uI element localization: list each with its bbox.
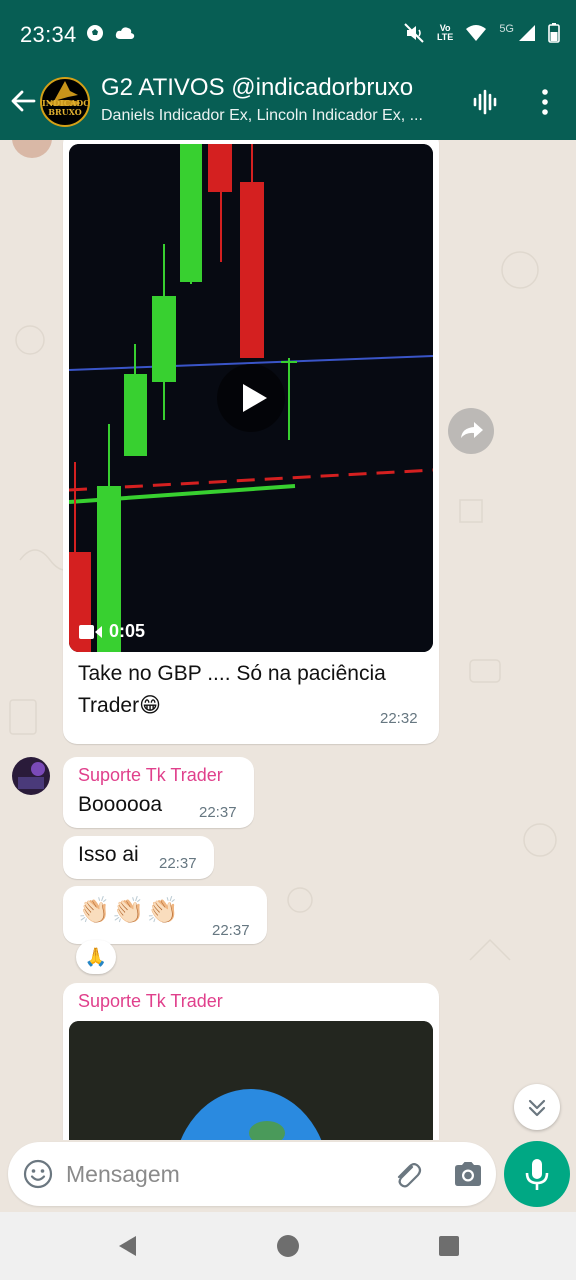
mute-icon: [404, 23, 424, 43]
message-input-bar: [8, 1142, 496, 1206]
nav-back-icon[interactable]: [116, 1234, 140, 1258]
nav-recents-icon[interactable]: [437, 1234, 461, 1258]
forward-button[interactable]: [448, 408, 494, 454]
image-message-bubble[interactable]: Suporte Tk Trader: [63, 983, 439, 1140]
cloud-icon: [115, 27, 135, 39]
wifi-icon: [466, 25, 487, 41]
message-bubble[interactable]: Suporte Tk Trader Boooooa 22:37: [63, 757, 254, 828]
image-thumbnail[interactable]: [69, 1021, 433, 1140]
double-chevron-down-icon: [528, 1099, 546, 1117]
group-members[interactable]: Daniels Indicador Ex, Lincoln Indicador …: [101, 107, 461, 125]
mic-button[interactable]: [504, 1141, 570, 1207]
video-caption-line1: Take no GBP .... Só na paciência: [78, 662, 386, 685]
status-right-icons: Vo LTE 5G: [403, 22, 560, 44]
more-options-icon[interactable]: [535, 88, 555, 116]
message-time: 22:37: [159, 855, 197, 872]
message-time: 22:32: [380, 710, 418, 727]
avatar-logo-text: INDICADOR BRUXO: [42, 98, 90, 117]
sender-name[interactable]: Suporte Tk Trader: [78, 765, 223, 786]
video-duration: 0:05: [79, 621, 145, 642]
message-text: 👏🏻👏🏻👏🏻: [78, 895, 182, 925]
soccer-ball-icon: [87, 25, 103, 41]
status-bar: 23:34 Vo LTE 5G: [0, 0, 576, 64]
message-time: 22:37: [199, 804, 237, 821]
voice-chat-icon[interactable]: [472, 89, 498, 115]
video-message-bubble[interactable]: 0:05 Take no GBP .... Só na paciência Tr…: [63, 140, 439, 744]
chat-header: INDICADOR BRUXO G2 ATIVOS @indicadorbrux…: [0, 64, 576, 140]
message-bubble[interactable]: 👏🏻👏🏻👏🏻 22:37: [63, 886, 267, 944]
volte-label: Vo LTE: [436, 23, 454, 42]
video-caption-line2: Trader😁: [78, 694, 161, 717]
status-time: 23:34: [20, 22, 77, 47]
scroll-to-bottom-button[interactable]: [514, 1084, 560, 1130]
attach-icon[interactable]: [392, 1158, 422, 1190]
nav-home-icon[interactable]: [276, 1234, 300, 1258]
image-preview: [69, 1021, 433, 1140]
group-title[interactable]: G2 ATIVOS @indicadorbruxo: [101, 74, 413, 102]
video-duration-text: 0:05: [109, 621, 146, 641]
camera-icon[interactable]: [452, 1159, 484, 1189]
video-thumbnail[interactable]: 0:05: [69, 144, 433, 652]
signal-icon: [519, 25, 535, 41]
forward-icon: [461, 422, 483, 438]
play-button[interactable]: [217, 364, 285, 432]
reaction-badge[interactable]: 🙏: [76, 940, 116, 974]
microphone-icon: [525, 1159, 549, 1190]
message-time: 22:37: [212, 922, 250, 939]
video-camera-icon: [79, 624, 102, 639]
message-text: Isso ai: [78, 843, 139, 866]
battery-icon: [548, 23, 560, 43]
chat-area[interactable]: 0:05 Take no GBP .... Só na paciência Tr…: [0, 140, 576, 1140]
message-input[interactable]: [66, 1156, 366, 1192]
sender-avatar-suporte[interactable]: [12, 757, 50, 795]
system-nav-bar: [0, 1212, 576, 1280]
status-left-icons: [86, 24, 136, 42]
message-bubble[interactable]: Isso ai 22:37: [63, 836, 214, 879]
avatar-image: [18, 762, 45, 789]
group-avatar[interactable]: INDICADOR BRUXO: [40, 77, 90, 127]
sender-name[interactable]: Suporte Tk Trader: [78, 991, 223, 1012]
message-text: Boooooa: [78, 793, 163, 816]
network-5g-label: 5G: [499, 23, 514, 35]
back-arrow-icon[interactable]: [10, 88, 36, 114]
play-icon: [243, 384, 267, 412]
emoji-icon[interactable]: [22, 1158, 54, 1190]
